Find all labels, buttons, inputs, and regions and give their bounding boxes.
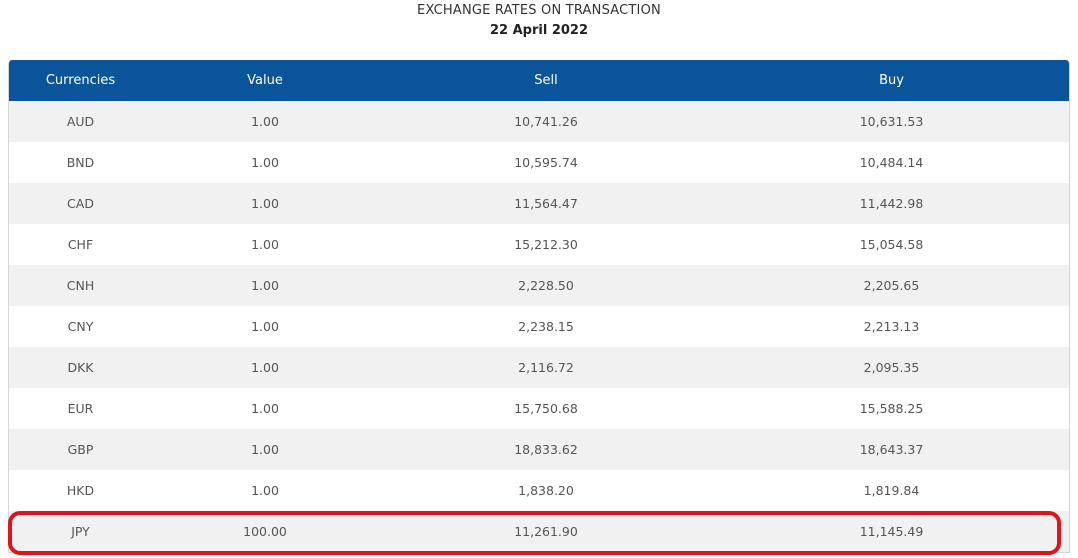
exchange-rates-table-container: Currencies Value Sell Buy AUD 1.00 10,74… [8,60,1070,553]
currency-code: CNY [67,319,94,334]
currency-code: CAD [67,196,94,211]
buy-rate: 10,484.14 [859,155,924,170]
table-row: CHF 1.00 15,212.30 15,054.58 [9,224,1069,265]
sell-rate: 15,212.30 [514,237,578,252]
rates-date: 22 April 2022 [489,23,588,38]
sell-rate: 2,228.50 [518,278,574,293]
sell-rate: 18,833.62 [514,442,578,457]
unit-value: 100.00 [243,524,287,539]
column-header-value: Value [247,73,283,88]
table-row: EUR 1.00 15,750.68 15,588.25 [9,388,1069,429]
sell-rate: 10,595.74 [514,155,578,170]
buy-rate: 10,631.53 [859,114,924,129]
table-row: HKD 1.00 1,838.20 1,819.84 [9,470,1069,511]
column-header-sell: Sell [534,73,558,88]
unit-value: 1.00 [251,114,279,129]
table-row: CNY 1.00 2,238.15 2,213.13 [9,306,1069,347]
sell-rate: 11,261.90 [514,524,578,539]
sell-rate: 10,741.26 [514,114,578,129]
currency-code: EUR [67,401,94,416]
column-header-buy: Buy [879,73,904,88]
buy-rate: 11,442.98 [859,196,924,211]
currency-code: BND [66,155,95,170]
column-header-currencies: Currencies [45,73,116,88]
currency-code: CHF [67,237,94,252]
table-row: BND 1.00 10,595.74 10,484.14 [9,142,1069,183]
currency-code: AUD [66,114,95,129]
unit-value: 1.00 [251,483,279,498]
currency-code: JPY [71,524,90,539]
table-row: CAD 1.00 11,564.47 11,442.98 [9,183,1069,224]
sell-rate: 2,238.15 [518,319,574,334]
unit-value: 1.00 [251,278,279,293]
sell-rate: 15,750.68 [514,401,578,416]
buy-rate: 2,213.13 [863,319,920,334]
buy-rate: 15,054.58 [859,237,924,252]
buy-rate: 18,643.37 [859,442,924,457]
buy-rate: 1,819.84 [863,483,920,498]
currency-code: HKD [66,483,95,498]
table-header-row: Currencies Value Sell Buy [9,60,1069,101]
page-title: EXCHANGE RATES ON TRANSACTION [417,3,661,18]
currency-code: DKK [67,360,94,375]
unit-value: 1.00 [251,401,279,416]
unit-value: 1.00 [251,442,279,457]
exchange-rates-table: Currencies Value Sell Buy AUD 1.00 10,74… [9,60,1069,552]
currency-code: GBP [67,442,94,457]
buy-rate: 2,095.35 [863,360,920,375]
unit-value: 1.00 [251,237,279,252]
sell-rate: 11,564.47 [514,196,578,211]
buy-rate: 15,588.25 [859,401,924,416]
table-body: AUD 1.00 10,741.26 10,631.53 BND 1.00 10… [9,101,1069,552]
sell-rate: 2,116.72 [518,360,574,375]
rates-heading: EXCHANGE RATES ON TRANSACTION 22 April 2… [0,0,1078,39]
table-row: AUD 1.00 10,741.26 10,631.53 [9,101,1069,142]
unit-value: 1.00 [251,196,279,211]
table-row: CNH 1.00 2,228.50 2,205.65 [9,265,1069,306]
unit-value: 1.00 [251,360,279,375]
unit-value: 1.00 [251,319,279,334]
buy-rate: 11,145.49 [859,524,924,539]
table-row: GBP 1.00 18,833.62 18,643.37 [9,429,1069,470]
table-row: DKK 1.00 2,116.72 2,095.35 [9,347,1069,388]
sell-rate: 1,838.20 [518,483,574,498]
unit-value: 1.00 [251,155,279,170]
buy-rate: 2,205.65 [863,278,920,293]
currency-code: CNH [66,278,95,293]
table-row-highlighted: JPY 100.00 11,261.90 11,145.49 [9,511,1069,552]
